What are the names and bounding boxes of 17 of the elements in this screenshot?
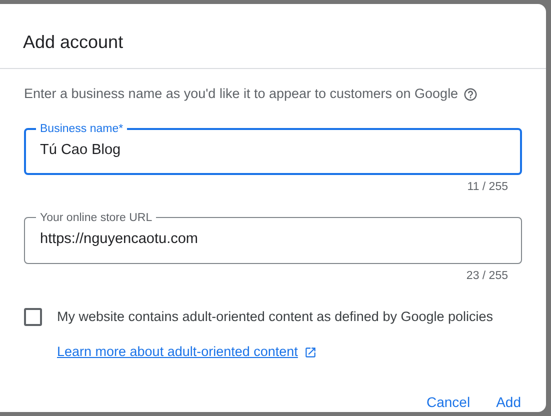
field-value: https://nguyencaotu.com [40, 230, 199, 248]
checkbox[interactable] [24, 308, 42, 326]
checkbox-label: My website contains adult-oriented content as defined by Google policies [57, 308, 494, 326]
description: Enter a business name as you'd like it to appear to customers on Google [24, 85, 458, 103]
dialog-button[interactable]: Add [485, 384, 532, 416]
field-label: Your online store URL [39, 210, 154, 226]
dialog-button[interactable]: Cancel [415, 384, 482, 416]
help-icon[interactable] [463, 86, 478, 102]
field-value: Tú Cao Blog [40, 141, 122, 160]
learn-more-link[interactable]: Learn more about adult-oriented content [57, 342, 298, 362]
text-field[interactable]: Business name* Tú Cao Blog [24, 121, 522, 176]
external-link-icon [304, 346, 317, 359]
text-field[interactable]: Your online store URL https://nguyencaotu.com [24, 210, 522, 264]
character-counter: 23 / 255 [466, 268, 508, 284]
field-label: Business name* [39, 122, 124, 138]
dialog-title: Add account [22, 31, 124, 54]
character-counter: 11 / 255 [467, 180, 508, 196]
